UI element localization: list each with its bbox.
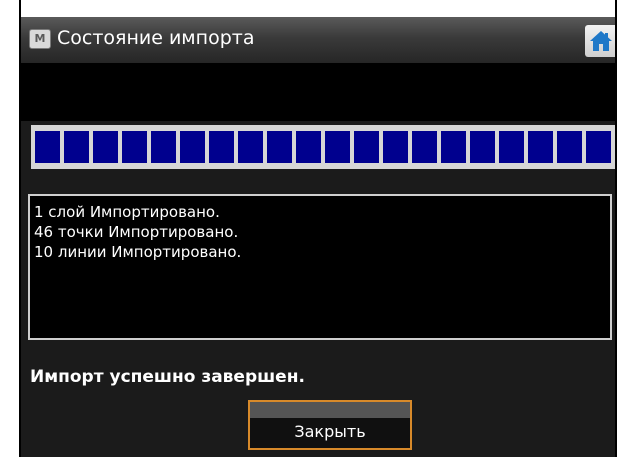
progress-segment [64,131,89,163]
progress-segment [383,131,408,163]
progress-segment [325,131,350,163]
progress-segment [528,131,553,163]
home-button[interactable] [585,25,615,57]
progress-segment [470,131,495,163]
progress-segment [180,131,205,163]
status-message: Импорт успешно завершен. [30,367,305,387]
title-bar: M Состояние импорта [21,17,615,63]
close-button-highlight [250,402,410,418]
log-line: 10 линии Импортировано. [34,243,242,261]
header-spacer [21,63,615,121]
app-icon: M [29,29,51,49]
right-border-line [615,0,617,457]
import-log: 1 слой Импортировано. 46 точки Импортиров… [28,194,612,340]
progress-segment [35,131,60,163]
close-button-label: Закрыть [294,422,366,441]
progress-segment [499,131,524,163]
progress-segment [151,131,176,163]
log-line: 1 слой Импортировано. [34,203,220,221]
page-frame: M Состояние импорта 1 слой Импортировано… [0,0,618,457]
progress-segment [122,131,147,163]
progress-segment [354,131,379,163]
progress-segment [412,131,437,163]
progress-segment [296,131,321,163]
close-button[interactable]: Закрыть [248,400,412,450]
progress-segment [267,131,292,163]
log-line: 46 точки Импортировано. [34,223,239,241]
home-icon [590,31,612,51]
progress-segment [93,131,118,163]
progress-segment [209,131,234,163]
window-title: Состояние импорта [57,27,255,49]
progress-segment [441,131,466,163]
import-progress-bar [31,125,615,169]
device-screen: M Состояние импорта 1 слой Импортировано… [21,17,615,457]
progress-segment [557,131,582,163]
progress-segment [586,131,611,163]
progress-segment [238,131,263,163]
